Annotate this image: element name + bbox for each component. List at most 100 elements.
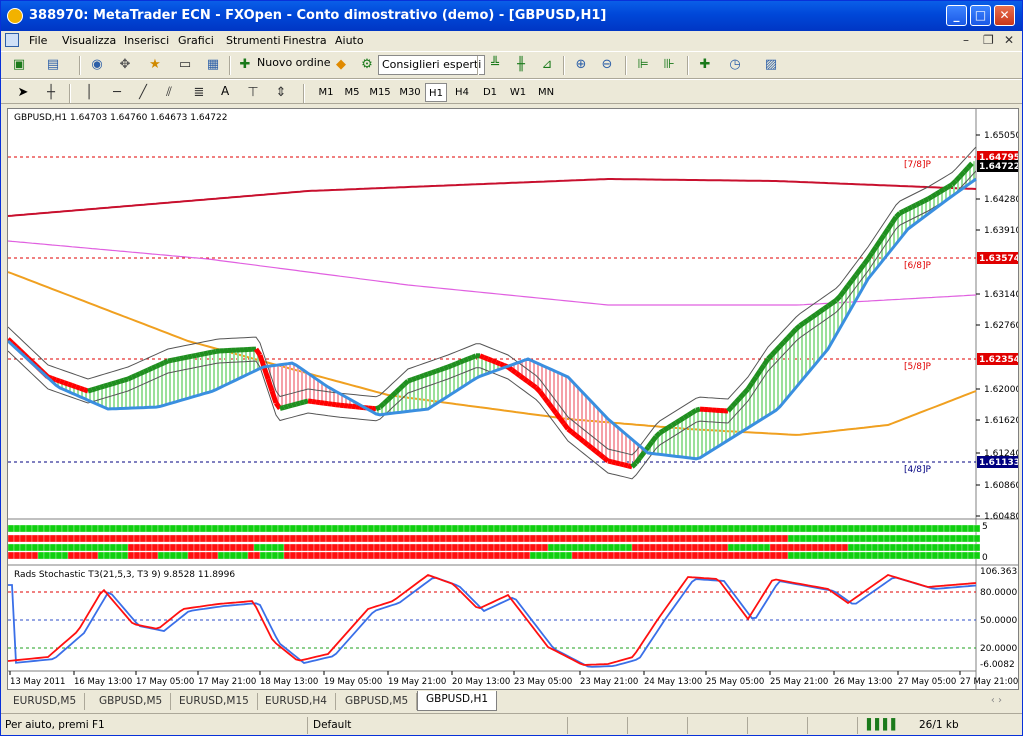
navigator-icon[interactable]: ✥ [117,57,133,73]
line-chart-icon[interactable]: ⊿ [539,57,555,73]
tf-mn[interactable]: MN [535,83,557,102]
tab-eurusd-h4[interactable]: EURUSD,H4 [257,693,336,710]
trend-cell [715,524,723,533]
t3-segment [889,215,899,225]
horizontal-line-icon[interactable]: ─ [109,85,125,101]
t3-segment [479,353,485,360]
trend-cell [757,534,765,543]
bar-chart-icon[interactable]: ╩ [487,57,503,73]
cursor-icon[interactable]: ➤ [15,85,31,101]
tab-gbpusd-m5[interactable]: GBPUSD,M5 [91,693,172,710]
menu-insert[interactable]: Inserisci [124,34,169,47]
profiles-icon[interactable]: ▤ [45,57,61,73]
new-chart-icon[interactable]: ▣ [11,57,27,73]
trend-cell [943,534,951,543]
strategy-tester-icon[interactable]: ▦ [205,57,221,73]
trend-cell [247,551,255,560]
document-icon[interactable] [5,33,19,47]
candlestick-icon[interactable]: ╫ [513,57,529,73]
trend-cell [541,551,549,560]
equidistant-channel-icon[interactable]: ⫽ [161,85,177,101]
trend-cell [601,534,609,543]
close-button[interactable]: ✕ [994,5,1015,26]
chart-shift-icon[interactable]: ⊪ [661,57,677,73]
tf-m30[interactable]: M30 [397,83,423,102]
tf-m15[interactable]: M15 [367,83,393,102]
market-watch-icon[interactable]: ◉ [89,57,105,73]
tf-d1[interactable]: D1 [479,83,501,102]
mdi-restore-icon[interactable]: ❐ [983,33,994,47]
crosshair-icon[interactable]: ┼ [43,85,59,101]
menu-window[interactable]: Finestra [283,34,327,47]
price-chart[interactable]: GBPUSD,H1 1.64703 1.64760 1.64673 1.6472… [8,109,1018,689]
tf-h1[interactable]: H1 [425,83,447,102]
trend-cell [751,534,759,543]
trend-cell [727,524,735,533]
text-label-icon[interactable]: ⊤ [245,85,261,101]
tab-gbpusd-h1[interactable]: GBPUSD,H1 [417,691,498,711]
expert-advisors-icon[interactable]: ⚙ [359,57,375,73]
t3-segment [518,373,526,381]
trend-cell [715,543,723,552]
mdi-minimize-icon[interactable]: – [963,33,969,47]
periods-icon[interactable]: ◷ [727,57,743,73]
templates-icon[interactable]: ▨ [763,57,779,73]
trend-cell [643,543,651,552]
tab-gbpusd-m5-2[interactable]: GBPUSD,M5 [337,693,418,710]
new-order-button[interactable]: Nuovo ordine [257,56,331,76]
trend-cell [613,551,621,560]
trend-cell [229,543,237,552]
chart-window[interactable]: GBPUSD,H1 1.64703 1.64760 1.64673 1.6472… [7,108,1019,690]
trend-cell [553,534,561,543]
zoom-in-icon[interactable]: ⊕ [573,57,589,73]
vertical-line-icon[interactable]: │ [81,85,97,101]
t3-segment [885,221,895,231]
menu-charts[interactable]: Grafici [178,34,214,47]
zoom-out-icon[interactable]: ⊖ [599,57,615,73]
expert-advisors-button[interactable]: Consiglieri esperti [378,55,486,75]
mdi-close-icon[interactable]: ✕ [1004,33,1014,47]
new-order-icon[interactable]: ✚ [237,57,253,73]
tf-m1[interactable]: M1 [315,83,337,102]
text-tool-button[interactable]: A [221,84,229,104]
t3-segment [269,390,279,404]
trend-cell [259,534,267,543]
tf-h4[interactable]: H4 [451,83,473,102]
tf-w1[interactable]: W1 [507,83,529,102]
trend-cell [919,524,927,533]
menu-help[interactable]: Aiuto [335,34,364,47]
minimize-button[interactable]: _ [946,5,967,26]
arrows-icon[interactable]: ⇕ [273,85,289,101]
trendline-icon[interactable]: ╱ [135,85,151,101]
maximize-button[interactable]: □ [970,5,991,26]
t3-segment [745,381,755,391]
trend-cell [223,551,231,560]
tab-eurusd-m15[interactable]: EURUSD,M15 [171,693,258,710]
terminal-icon[interactable]: ▭ [177,57,193,73]
trend-cell [199,543,207,552]
auto-scroll-icon[interactable]: ⊫ [635,57,651,73]
tab-eurusd-m5[interactable]: EURUSD,M5 [5,693,86,710]
trend-cell [763,524,771,533]
trend-cell [115,524,123,533]
t3-segment [926,194,934,202]
trend-cell [847,524,855,533]
trend-cell [871,551,879,560]
status-bar: Per aiuto, premi F1 Default ▌▌▌▌ 26/1 kb [1,713,1022,735]
trend-cell [271,551,279,560]
menu-view[interactable]: Visualizza [62,34,116,47]
tab-scroll-icon[interactable]: ‹ › [991,695,1002,706]
trend-cell [961,551,969,560]
status-help: Per aiuto, premi F1 [5,719,105,731]
tf-m5[interactable]: M5 [341,83,363,102]
metaeditor-icon[interactable]: ◆ [333,57,349,73]
menu-file[interactable]: File [29,34,47,47]
trend-cell [829,543,837,552]
title-bar[interactable]: 388970: MetaTrader ECN - FXOpen - Conto … [1,1,1022,31]
data-window-icon[interactable]: ★ [147,57,163,73]
t3-segment [175,356,181,362]
indicators-icon[interactable]: ✚ [697,57,713,73]
trend-cell [73,534,81,543]
menu-tools[interactable]: Strumenti [226,34,281,47]
fibonacci-icon[interactable]: ≣ [191,85,207,101]
